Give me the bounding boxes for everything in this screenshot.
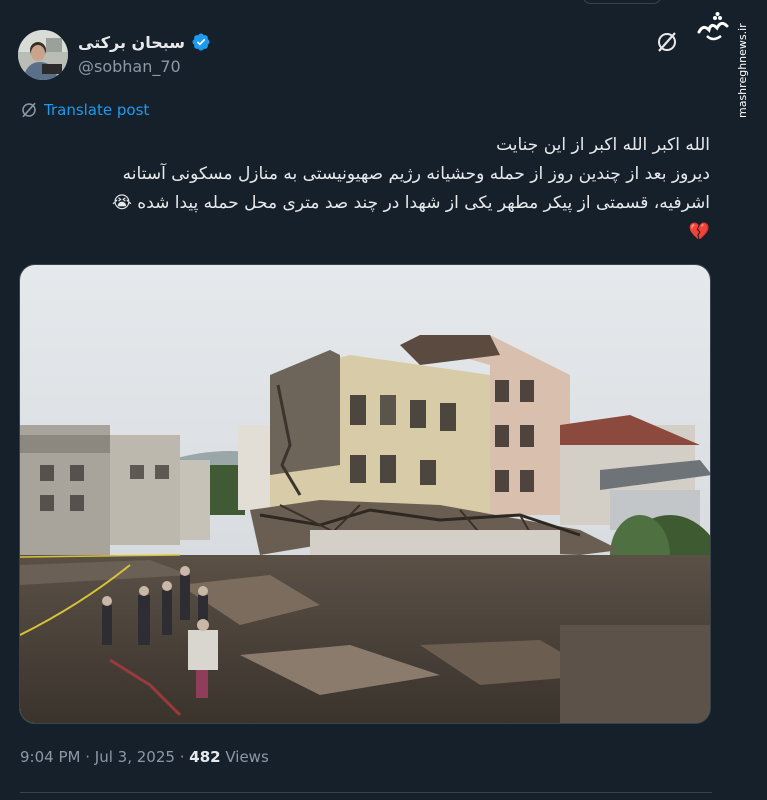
translate-post-link[interactable]: Translate post [20, 101, 149, 119]
post-meta: 9:04 PM · Jul 3, 2025 · 482 Views [20, 748, 269, 766]
post-text: الله اکبر الله اکبر از این جنایت دیروز ب… [20, 131, 710, 247]
translate-label[interactable]: Translate post [44, 101, 149, 119]
avatar[interactable] [18, 30, 68, 80]
grok-slash-icon[interactable] [655, 30, 679, 54]
translate-icon [22, 102, 36, 118]
mashregh-logo-icon [697, 12, 729, 41]
meta-separator: · [85, 748, 91, 766]
tweet-card: سبحان برکتی @sobhan_70 Translate post ال… [0, 0, 732, 800]
post-line: دیروز بعد از چندین روز از حمله وحشیانه ر… [122, 164, 710, 184]
crying-face-emoji: 😭 [112, 193, 132, 213]
post-line: الله اکبر الله اکبر از این جنایت [496, 135, 710, 155]
meta-separator: · [179, 748, 185, 766]
views-count: 482 [189, 748, 221, 766]
broken-heart-emoji: 💔 [688, 222, 710, 242]
verified-badge-icon [192, 33, 210, 51]
post-time[interactable]: 9:04 PM [20, 748, 80, 766]
post-line: 💔 [20, 218, 710, 247]
divider [20, 792, 712, 793]
post-media-photo[interactable] [19, 264, 711, 724]
watermark-url: mashreghnews.ir [736, 23, 749, 118]
post-line: اشرفیه، قسمتی از پیکر مطهر یکی از شهدا د… [20, 189, 710, 218]
post-date[interactable]: Jul 3, 2025 [95, 748, 175, 766]
post-line-text: اشرفیه، قسمتی از پیکر مطهر یکی از شهدا د… [137, 193, 710, 213]
destroyed-building-photo [20, 265, 710, 723]
watermark-strip [732, 0, 767, 800]
views-label: Views [225, 748, 269, 766]
author-display-name[interactable]: سبحان برکتی [78, 33, 185, 52]
author-name-row[interactable]: سبحان برکتی [78, 32, 211, 52]
author-handle[interactable]: @sobhan_70 [78, 57, 181, 76]
